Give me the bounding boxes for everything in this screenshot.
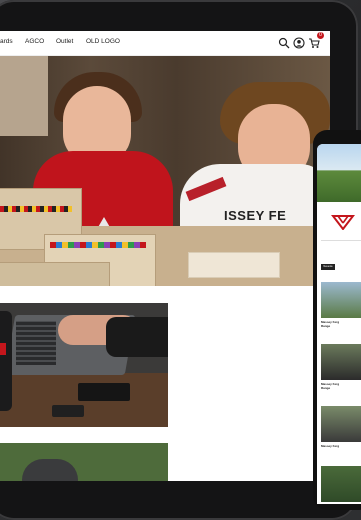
phone-hero-image bbox=[317, 144, 361, 202]
person-cap bbox=[22, 459, 78, 481]
water-bottle bbox=[0, 311, 12, 411]
top-navigation: ards AGCO Outlet OLD LOGO 0 bbox=[0, 31, 330, 56]
tablet-device: ards AGCO Outlet OLD LOGO 0 ISSEY FE bbox=[0, 0, 358, 520]
phone-screen: Neueste Massey Ferg Range Massey Ferg Ra… bbox=[317, 144, 361, 504]
nav-link-outlet[interactable]: Outlet bbox=[56, 38, 73, 45]
laptop-keyboard bbox=[16, 321, 56, 365]
content-image-laptop bbox=[0, 303, 168, 427]
nav-icons: 0 bbox=[278, 32, 330, 50]
drawing-paper bbox=[188, 252, 280, 278]
product-card-image[interactable] bbox=[321, 406, 361, 442]
black-sleeve bbox=[106, 317, 168, 357]
card-holder bbox=[52, 405, 84, 417]
marker-row bbox=[0, 206, 72, 212]
product-card-image[interactable] bbox=[321, 344, 361, 380]
cart-icon[interactable]: 0 bbox=[308, 32, 324, 48]
filter-button[interactable]: Neueste bbox=[321, 264, 335, 270]
bottle-logo-icon bbox=[0, 343, 6, 355]
phone-device: Neueste Massey Ferg Range Massey Ferg Ra… bbox=[313, 130, 361, 510]
product-card-title-line2[interactable]: Range bbox=[321, 324, 330, 328]
product-card-title-line2[interactable]: Range bbox=[321, 386, 330, 390]
nav-link-old-logo[interactable]: OLD LOGO bbox=[86, 38, 120, 45]
nav-link-cards[interactable]: ards bbox=[0, 38, 13, 45]
wallet bbox=[78, 383, 130, 401]
nav-link-agco[interactable]: AGCO bbox=[25, 38, 44, 45]
brand-logo-icon bbox=[331, 215, 355, 230]
account-icon[interactable] bbox=[293, 36, 305, 49]
cart-count-badge: 0 bbox=[317, 32, 324, 39]
tablet-screen: ards AGCO Outlet OLD LOGO 0 ISSEY FE bbox=[0, 31, 330, 481]
marker-box-front bbox=[0, 262, 110, 286]
content-image-outdoor bbox=[0, 443, 168, 481]
divider bbox=[321, 240, 361, 241]
product-card-image[interactable] bbox=[321, 282, 361, 318]
hero-shirt-text: ISSEY FE bbox=[224, 208, 287, 223]
product-card-title[interactable]: Massey Ferg bbox=[321, 444, 339, 448]
product-card-image[interactable] bbox=[321, 466, 361, 502]
marker-row bbox=[50, 242, 146, 248]
search-icon[interactable] bbox=[278, 36, 290, 49]
hero-image: ISSEY FE bbox=[0, 56, 330, 286]
hero-stone-wall bbox=[0, 56, 48, 136]
